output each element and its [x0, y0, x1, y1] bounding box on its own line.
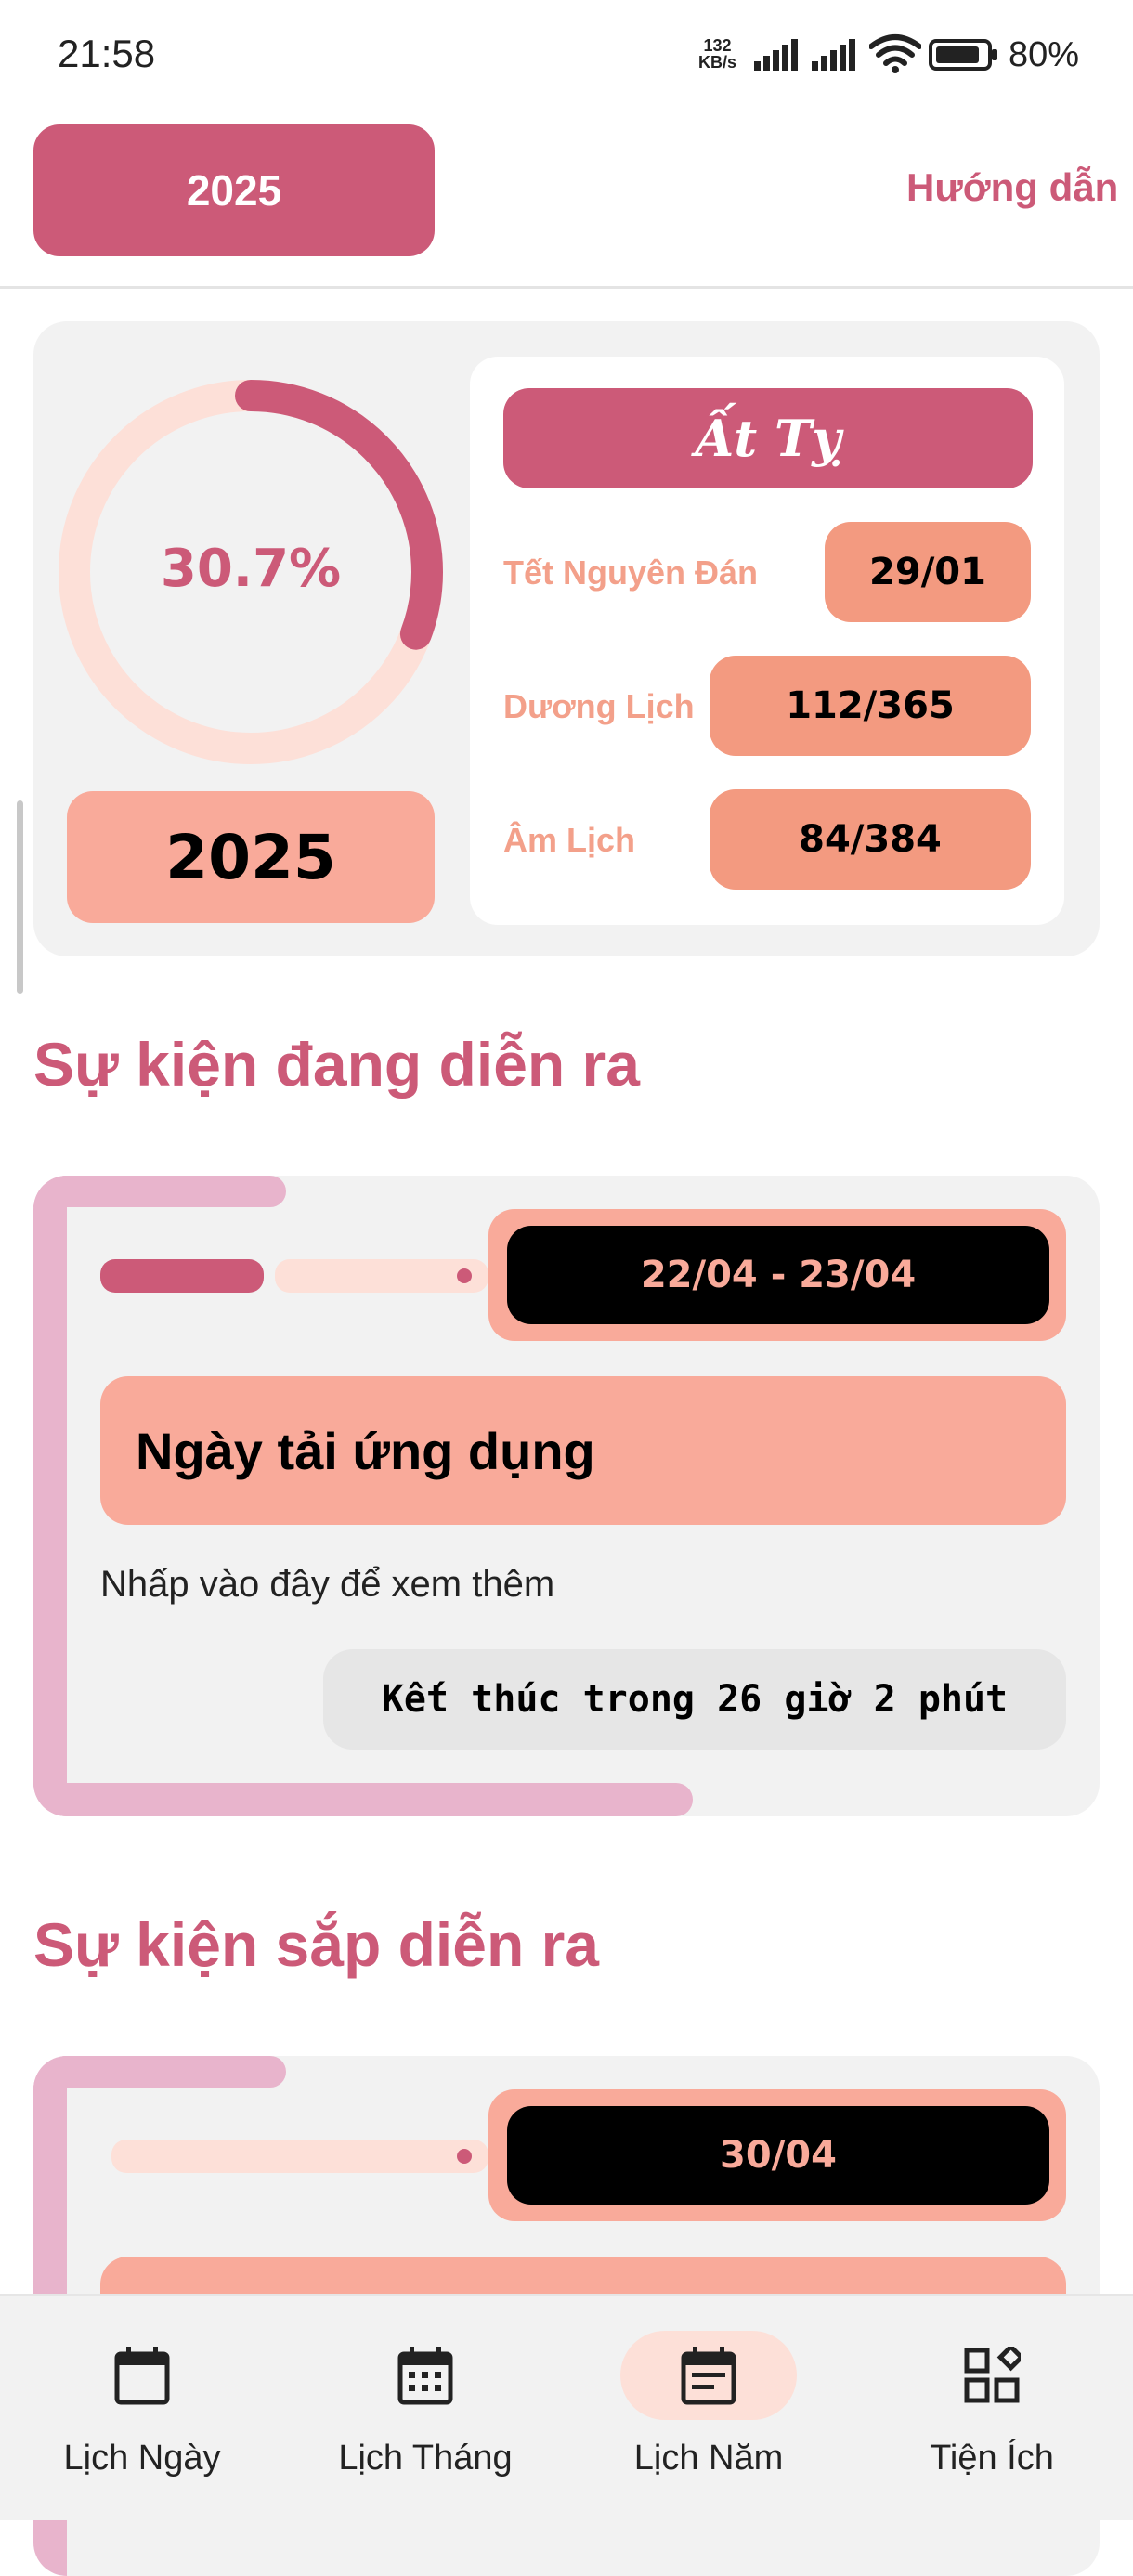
tet-date: 29/01 [825, 522, 1031, 622]
battery-icon [929, 39, 997, 71]
widgets-icon [964, 2347, 1021, 2403]
nav-utilities[interactable]: Tiện Ích [853, 2331, 1131, 2489]
nav-icon-container [337, 2331, 514, 2420]
event-date: 30/04 [507, 2106, 1049, 2205]
network-speed-unit: KB/s [698, 53, 737, 72]
event-title: Ngày tải ứng dụng [136, 1422, 595, 1480]
lunar-day-value: 84/384 [710, 789, 1031, 890]
calendar-month-icon [397, 2347, 453, 2405]
wifi-icon [869, 34, 921, 73]
card-accent-bar-bottom [33, 1783, 693, 1816]
card-accent-bar-top [33, 2056, 286, 2088]
card-accent-bar-left [33, 1176, 67, 1816]
nav-label: Lịch Năm [633, 2439, 784, 2478]
year-progress-percent: 30.7% [160, 539, 342, 599]
card-accent-bar-top [33, 1176, 286, 1207]
event-date-range: 22/04 - 23/04 [507, 1226, 1049, 1324]
nav-label: Lịch Ngày [63, 2439, 221, 2478]
lunar-day-label: Âm Lịch [503, 821, 636, 859]
event-progress-done [100, 1259, 264, 1293]
ongoing-events-title: Sự kiện đang diễn ra [33, 1030, 640, 1099]
nav-label: Lịch Tháng [338, 2439, 513, 2478]
year-badge: 2025 [67, 791, 435, 923]
nav-icon-container-active [620, 2331, 797, 2420]
year-select-button[interactable]: 2025 [33, 124, 435, 256]
solar-day-label: Dương Lịch [503, 687, 695, 725]
event-progress-dot [457, 1268, 472, 1283]
event-countdown: Kết thúc trong 26 giờ 2 phút [323, 1649, 1066, 1750]
upcoming-events-title: Sự kiện sắp diễn ra [33, 1910, 600, 1979]
nav-year-calendar[interactable]: Lịch Năm [569, 2331, 848, 2489]
calendar-blank-icon [114, 2347, 170, 2405]
status-time: 21:58 [58, 32, 156, 75]
nav-month-calendar[interactable]: Lịch Tháng [286, 2331, 565, 2489]
nav-icon-container [904, 2331, 1080, 2420]
header-divider [0, 286, 1133, 289]
network-speed: 132 KB/s [698, 37, 736, 71]
nav-label: Tiện Ích [930, 2439, 1054, 2478]
event-progress-remaining [111, 2140, 488, 2173]
event-title-box: Ngày tải ứng dụng [100, 1376, 1066, 1525]
battery-percent: 80% [1009, 35, 1080, 74]
guide-link[interactable]: Hướng dẫn [906, 165, 1118, 210]
event-progress-dot [457, 2149, 472, 2164]
calendar-event-icon [681, 2347, 736, 2405]
event-progress-remaining [275, 1259, 488, 1293]
network-speed-value: 132 [703, 36, 732, 55]
tet-label: Tết Nguyên Đán [503, 553, 759, 592]
solar-day-value: 112/365 [710, 656, 1031, 756]
scrollbar[interactable] [17, 800, 23, 994]
event-see-more[interactable]: Nhấp vào đây để xem thêm [100, 1564, 554, 1606]
ongoing-event-card[interactable]: 22/04 - 23/04 Ngày tải ứng dụng Nhấp vào… [33, 1176, 1100, 1816]
zodiac-year-label: Ất Tỵ [503, 388, 1033, 488]
nav-day-calendar[interactable]: Lịch Ngày [3, 2331, 281, 2489]
cell-signal-icon [812, 39, 855, 71]
cell-signal-icon [754, 39, 798, 71]
nav-icon-container [54, 2331, 230, 2420]
